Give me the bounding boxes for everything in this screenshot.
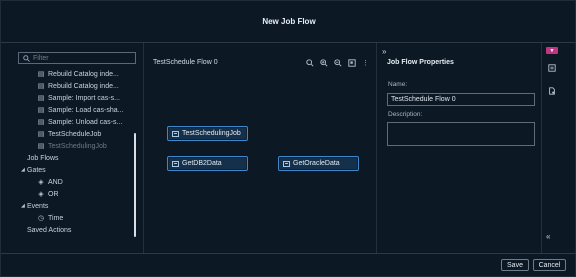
job-icon: ▤ (37, 131, 45, 138)
zoom-in-icon[interactable] (319, 58, 328, 67)
tree-item-job[interactable]: ▤ Rebuild Catalog inde... (15, 68, 133, 80)
flow-node[interactable]: TestSchedulingJob (167, 126, 248, 141)
library-scrollbar[interactable] (134, 133, 136, 237)
properties-icon[interactable] (546, 62, 557, 73)
job-icon: ▤ (37, 83, 45, 90)
dialog-titlebar: New Job Flow (1, 1, 576, 43)
properties-divider[interactable] (376, 43, 377, 253)
pin-icon[interactable]: ▼ (546, 47, 558, 54)
job-icon: ▤ (37, 143, 45, 150)
job-icon: ▤ (37, 119, 45, 126)
name-field[interactable]: TestSchedule Flow 0 (387, 93, 535, 106)
flow-node[interactable]: GetDB2Data (167, 156, 248, 171)
job-icon: ▤ (37, 71, 45, 78)
tree-group-events[interactable]: ◢ Events (15, 200, 133, 212)
library-tree: ▤ Rebuild Catalog inde... ▤ Rebuild Catalo… (15, 68, 133, 236)
tree-item-or-gate[interactable]: ◈ OR (15, 188, 133, 200)
new-job-flow-dialog: New Job Flow Filter ▤ Rebuild Catalog ind… (0, 0, 576, 277)
job-node-icon (172, 130, 179, 137)
filter-input[interactable]: Filter (18, 52, 136, 64)
properties-title: Job Flow Properties (387, 59, 454, 66)
more-options-icon[interactable]: ⋮ (361, 58, 370, 67)
tree-item-job[interactable]: ▤ Sample: Load cas-sha... (15, 104, 133, 116)
tree-item-job[interactable]: ▤ TestSchedulingJob (15, 140, 133, 152)
tree-item-job[interactable]: ▤ TestScheduleJob (15, 128, 133, 140)
job-node-icon (172, 160, 179, 167)
tree-item-job[interactable]: ▤ Sample: Unload cas-s... (15, 116, 133, 128)
name-label: Name: (388, 81, 408, 88)
tree-item-job[interactable]: ▤ Sample: Import cas-s... (15, 92, 133, 104)
diamond-icon: ◈ (38, 191, 44, 198)
cancel-button[interactable]: Cancel (533, 259, 566, 271)
filter-placeholder: Filter (33, 54, 49, 62)
diamond-icon: ◈ (38, 179, 44, 186)
library-panel: Filter ▤ Rebuild Catalog inde... ▤ Rebuild… (15, 49, 139, 239)
search-icon (23, 54, 30, 62)
canvas-toolbar: ⋮ (305, 58, 370, 67)
panel-divider[interactable] (143, 43, 144, 253)
tree-group-gates[interactable]: ◢ Gates (15, 164, 133, 176)
document-icon[interactable] (546, 85, 557, 96)
zoom-fit-icon[interactable] (305, 58, 314, 67)
clock-icon: ◷ (37, 215, 45, 222)
tree-item-saved-actions[interactable]: Saved Actions (15, 224, 133, 236)
tree-item-and-gate[interactable]: ◈ AND (15, 176, 133, 188)
job-icon: ▤ (37, 107, 45, 114)
dialog-footer (1, 253, 576, 277)
job-icon: ▤ (37, 95, 45, 102)
collapse-panel-icon[interactable]: « (546, 232, 550, 241)
dialog-title: New Job Flow (262, 17, 316, 26)
tree-item-time-event[interactable]: ◷ Time (15, 212, 133, 224)
expand-panel-icon[interactable]: » (382, 47, 386, 56)
right-rail-divider (541, 43, 542, 253)
description-label: Description: (388, 111, 423, 118)
save-button[interactable]: Save (501, 259, 529, 271)
flow-node[interactable]: GetOracleData (278, 156, 359, 171)
overview-icon[interactable] (347, 58, 356, 67)
tree-item-job-flows[interactable]: Job Flows (15, 152, 133, 164)
canvas-title: TestSchedule Flow 0 (153, 59, 218, 66)
job-node-icon (283, 160, 290, 167)
zoom-out-icon[interactable] (333, 58, 342, 67)
tree-item-job[interactable]: ▤ Rebuild Catalog inde... (15, 80, 133, 92)
description-field[interactable] (387, 122, 535, 146)
